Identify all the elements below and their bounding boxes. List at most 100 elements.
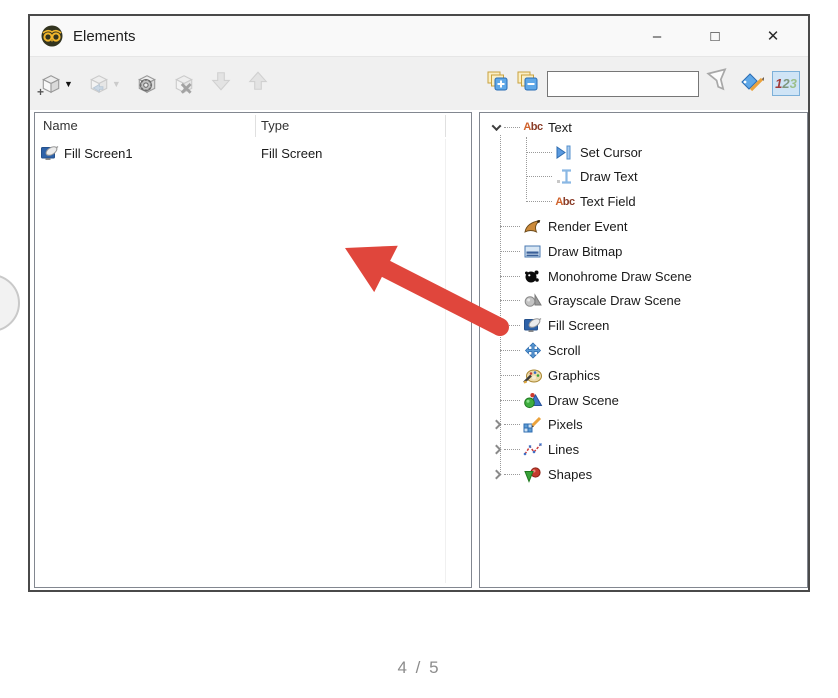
- expand-all-button[interactable]: [487, 71, 510, 97]
- insert-element-button[interactable]: ▼: [88, 73, 121, 95]
- tree-item-label: Text: [548, 120, 572, 135]
- tree-item-label: Pixels: [548, 417, 583, 432]
- tree-item-label: Graphics: [548, 368, 600, 383]
- tree-item-shapes[interactable]: Shapes: [480, 462, 807, 487]
- tree-item-fill-screen[interactable]: Fill Screen: [480, 313, 807, 338]
- grayscale-draw-scene-icon: [521, 292, 545, 309]
- tree-item-set-cursor[interactable]: Set Cursor: [480, 140, 807, 165]
- add-element-menu-caret-icon: ▼: [64, 79, 73, 89]
- chevron-right-icon[interactable]: [488, 446, 504, 453]
- move-down-arrow-icon: [210, 70, 232, 97]
- tree-item-pixels[interactable]: Pixels: [480, 413, 807, 438]
- filter-button[interactable]: [706, 68, 732, 99]
- text-abc-icon: Abc: [521, 119, 545, 136]
- draw-bitmap-icon: [521, 243, 545, 260]
- column-separator[interactable]: [445, 115, 446, 137]
- add-element-button[interactable]: + ▼: [40, 73, 73, 95]
- tree-item-label: Shapes: [548, 467, 592, 482]
- tree-item-label: Draw Text: [580, 169, 638, 184]
- chevron-down-icon[interactable]: [488, 124, 504, 131]
- elements-window: Elements – □ ✕ +: [28, 14, 810, 592]
- tree-item-draw-scene[interactable]: Draw Scene: [480, 388, 807, 413]
- delete-element-cube-x-icon: [173, 73, 195, 95]
- tree-item-draw-text[interactable]: Draw Text: [480, 165, 807, 190]
- close-button[interactable]: ✕: [744, 16, 802, 56]
- tree-item-graphics[interactable]: Graphics: [480, 363, 807, 388]
- scroll-icon: [521, 342, 545, 359]
- elements-list-panel: Name Type Fill Screen1 Fill Screen: [34, 112, 472, 588]
- delete-element-button[interactable]: [173, 73, 195, 95]
- tree-item-grayscale-draw-scene[interactable]: Grayscale Draw Scene: [480, 289, 807, 314]
- collapse-all-button[interactable]: [517, 71, 540, 97]
- graphics-palette-icon: [521, 367, 545, 384]
- owl-app-icon: [40, 24, 64, 48]
- insert-element-menu-caret-icon: ▼: [112, 79, 121, 89]
- add-element-cube-plus-icon: +: [40, 73, 62, 95]
- list-cell-name: Fill Screen1: [64, 146, 133, 161]
- tree-item-label: Set Cursor: [580, 145, 642, 160]
- tree-item-draw-bitmap[interactable]: Draw Bitmap: [480, 239, 807, 264]
- numbering-digit-3: 3: [790, 76, 797, 91]
- tree-item-label: Monohrome Draw Scene: [548, 269, 692, 284]
- column-separator[interactable]: [255, 115, 256, 137]
- collapse-all-icon: [517, 71, 540, 97]
- rename-tag-icon: [739, 69, 765, 98]
- move-up-button[interactable]: [247, 70, 269, 97]
- tree-item-text[interactable]: Abc Text: [480, 115, 807, 140]
- chevron-right-icon[interactable]: [488, 421, 504, 428]
- render-event-icon: [521, 218, 545, 235]
- configure-element-button[interactable]: [136, 73, 158, 95]
- rename-button[interactable]: [739, 69, 765, 98]
- tree-item-label: Draw Bitmap: [548, 244, 622, 259]
- element-types-tree: Abc Text Set Cursor: [480, 113, 807, 487]
- set-cursor-icon: [553, 144, 577, 161]
- configure-element-cube-gear-icon: [136, 73, 158, 95]
- maximize-button[interactable]: □: [686, 16, 744, 56]
- monochrome-draw-scene-icon: [521, 268, 545, 285]
- toolbar-right-group: 123: [487, 57, 800, 110]
- tree-item-label: Lines: [548, 442, 579, 457]
- move-down-button[interactable]: [210, 70, 232, 97]
- lines-icon: [521, 441, 545, 458]
- numbering-digit-2: 2: [782, 76, 789, 91]
- chevron-right-icon[interactable]: [488, 471, 504, 478]
- draw-scene-icon: [521, 392, 545, 409]
- minimize-button[interactable]: –: [628, 16, 686, 56]
- tree-item-label: Grayscale Draw Scene: [548, 293, 681, 308]
- move-up-arrow-icon: [247, 70, 269, 97]
- tree-item-scroll[interactable]: Scroll: [480, 338, 807, 363]
- tree-item-label: Render Event: [548, 219, 628, 234]
- tree-item-lines[interactable]: Lines: [480, 437, 807, 462]
- tree-item-render-event[interactable]: Render Event: [480, 214, 807, 239]
- page: Elements – □ ✕ +: [0, 0, 838, 698]
- tree-item-label: Scroll: [548, 343, 581, 358]
- column-grid-line: [445, 139, 446, 583]
- filter-input[interactable]: [547, 71, 699, 97]
- text-field-abc-icon: Abc: [553, 193, 577, 210]
- toolbar: + ▼ ▼: [30, 56, 808, 110]
- tree-item-label: Text Field: [580, 194, 636, 209]
- carousel-prev-button[interactable]: [0, 274, 20, 332]
- numbering-toggle[interactable]: 123: [772, 71, 800, 96]
- list-header: Name Type: [35, 113, 471, 139]
- draw-text-icon: [553, 168, 577, 185]
- tree-item-text-field[interactable]: Abc Text Field: [480, 189, 807, 214]
- tree-item-label: Draw Scene: [548, 393, 619, 408]
- column-header-type[interactable]: Type: [261, 118, 289, 133]
- expand-all-icon: [487, 71, 510, 97]
- fill-screen-icon: [521, 317, 545, 334]
- filter-funnel-icon: [706, 68, 732, 99]
- window-controls: – □ ✕: [628, 16, 802, 56]
- element-types-tree-panel: Abc Text Set Cursor: [479, 112, 808, 588]
- titlebar: Elements – □ ✕: [30, 16, 808, 56]
- column-header-name[interactable]: Name: [43, 118, 78, 133]
- list-row-fill-screen1[interactable]: Fill Screen1 Fill Screen: [35, 141, 471, 165]
- pixels-icon: [521, 416, 545, 433]
- slide-pager: 4 / 5: [0, 658, 838, 678]
- fill-screen-icon: [40, 145, 60, 162]
- toolbar-left-group: + ▼ ▼: [40, 57, 269, 110]
- list-cell-type: Fill Screen: [261, 146, 322, 161]
- tree-item-monohrome-draw-scene[interactable]: Monohrome Draw Scene: [480, 264, 807, 289]
- window-title: Elements: [73, 28, 628, 45]
- tree-item-label: Fill Screen: [548, 318, 609, 333]
